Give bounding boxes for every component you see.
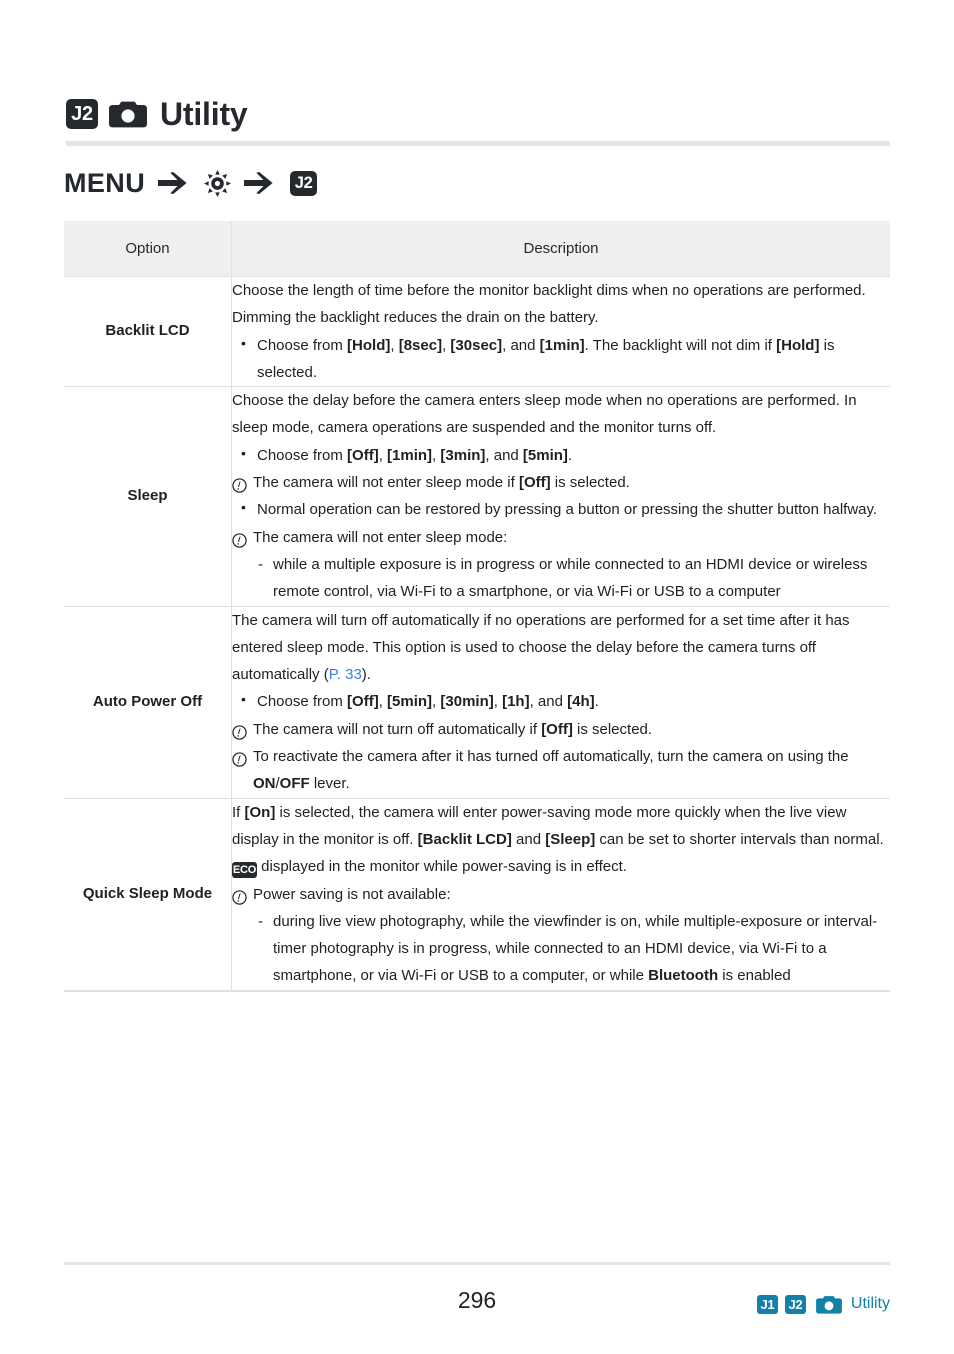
caution-note: The camera will not enter sleep mode if … (232, 469, 890, 496)
header-divider (66, 141, 890, 146)
caution-note: To reactivate the camera after it has tu… (232, 743, 890, 798)
bullet-list: Choose from [Off], [5min], [30min], [1h]… (232, 687, 890, 715)
gear-icon (204, 169, 232, 197)
caution-note: The camera will not enter sleep mode: (232, 524, 890, 551)
option-description-cell: Choose the delay before the camera enter… (232, 387, 891, 606)
option-name-cell: Sleep (64, 386, 232, 607)
table-header-row: Option Description (64, 221, 890, 277)
emphasis-text: [Off] (347, 693, 379, 711)
caution-icon (232, 749, 247, 767)
bullet-item: Normal operation can be restored by pres… (232, 495, 890, 523)
camera-icon-footer (815, 1295, 842, 1314)
menu-badge-j2: J2 (66, 99, 98, 129)
description-intro: Choose the delay before the camera enter… (232, 392, 857, 437)
emphasis-text: [On] (244, 803, 276, 821)
page-reference-link[interactable]: P. 33 (329, 666, 362, 683)
table-row: Quick Sleep Mode If [On] is selected, the… (64, 798, 890, 991)
dash-item: during live view photography, while the … (232, 908, 890, 990)
bullet-item: Choose from [Hold], [8sec], [30sec], and… (232, 331, 890, 387)
emphasis-text: Bluetooth (648, 967, 719, 985)
option-name-cell: Auto Power Off (64, 606, 232, 799)
emphasis-text: [Hold] (776, 336, 820, 354)
page-header: J2 Utility (66, 92, 248, 136)
dash-list: during live view photography, while the … (232, 908, 890, 990)
arrow-right-icon-2 (244, 172, 277, 194)
emphasis-text: [8sec] (398, 336, 443, 354)
dash-item: while a multiple exposure is in progress… (232, 551, 890, 606)
option-description-cell: If [On] is selected, the camera will ent… (232, 798, 891, 991)
emphasis-text: [Hold] (347, 336, 391, 354)
camera-icon (109, 100, 147, 128)
bullet-item: Choose from [Off], [1min], [3min], and [… (232, 441, 890, 469)
option-name-cell: Quick Sleep Mode (64, 798, 232, 991)
footer-badge-j2[interactable]: J2 (784, 1294, 806, 1314)
bullet-list: Choose from [Hold], [8sec], [30sec], and… (232, 331, 890, 387)
option-description-cell: Choose the length of time before the mon… (232, 277, 891, 387)
footer-badge-j1[interactable]: J1 (756, 1294, 778, 1314)
caution-icon (232, 887, 247, 905)
column-header-description: Description (231, 221, 890, 277)
table-body: Backlit LCD Choose the length of time bef… (64, 276, 891, 991)
table-row: Backlit LCD Choose the length of time bef… (64, 276, 891, 387)
arrow-right-icon (158, 172, 191, 194)
table-row: Sleep Choose the delay before the camera … (64, 386, 891, 607)
breadcrumb-menu-label: MENU (64, 167, 146, 198)
caution-icon (232, 722, 247, 740)
caution-icon (232, 475, 247, 493)
footer-section-label: Utility (850, 1295, 890, 1312)
table-row: Auto Power Off The camera will turn off a… (64, 606, 891, 799)
eco-icon: ECO (232, 862, 257, 879)
option-name-cell: Backlit LCD (64, 276, 232, 387)
bullet-list: Choose from [Off], [1min], [3min], and [… (232, 441, 890, 469)
emphasis-text: [Sleep] (545, 830, 596, 848)
caution-note: Power saving is not available: (232, 881, 890, 908)
page-title: Utility (160, 96, 248, 132)
bullet-list: Normal operation can be restored by pres… (232, 495, 890, 523)
description-intro: The camera will turn off automatically i… (232, 611, 850, 684)
emphasis-text: [4h] (567, 693, 595, 711)
emphasis-text: [Off] (518, 474, 551, 492)
footer-navigation: J1 J2 Utility (756, 1292, 890, 1316)
breadcrumb: MENU J2 (64, 164, 318, 202)
dash-list: while a multiple exposure is in progress… (232, 551, 890, 606)
emphasis-text: [1min] (539, 336, 585, 354)
emphasis-text: [5min] (387, 693, 433, 711)
options-table: Option Description Backlit LCD Choose the… (64, 221, 890, 992)
description-intro: Choose the length of time before the mon… (232, 282, 866, 327)
emphasis-text: [Backlit LCD] (417, 830, 512, 848)
footer-divider (64, 1262, 890, 1265)
description-intro: If [On] is selected, the camera will ent… (232, 803, 884, 879)
emphasis-text: [3min] (440, 446, 486, 464)
emphasis-text: [30sec] (450, 336, 503, 354)
document-page: J2 Utility MENU J2 Option Description Ba… (0, 0, 954, 1354)
emphasis-text: ON (253, 775, 276, 793)
emphasis-text: OFF (279, 775, 310, 793)
caution-note: The camera will not turn off automatical… (232, 716, 890, 743)
column-header-option: Option (64, 221, 232, 277)
emphasis-text: [1h] (502, 693, 530, 711)
emphasis-text: [30min] (440, 693, 494, 711)
bullet-item: Choose from [Off], [5min], [30min], [1h]… (232, 687, 890, 715)
emphasis-text: [1min] (387, 446, 433, 464)
emphasis-text: [5min] (522, 446, 568, 464)
emphasis-text: [Off] (541, 720, 573, 738)
option-description-cell: The camera will turn off automatically i… (232, 606, 891, 798)
caution-icon (232, 530, 247, 548)
emphasis-text: [Off] (347, 446, 379, 464)
breadcrumb-badge-j2: J2 (290, 170, 318, 196)
table-header: Option Description (64, 221, 890, 277)
